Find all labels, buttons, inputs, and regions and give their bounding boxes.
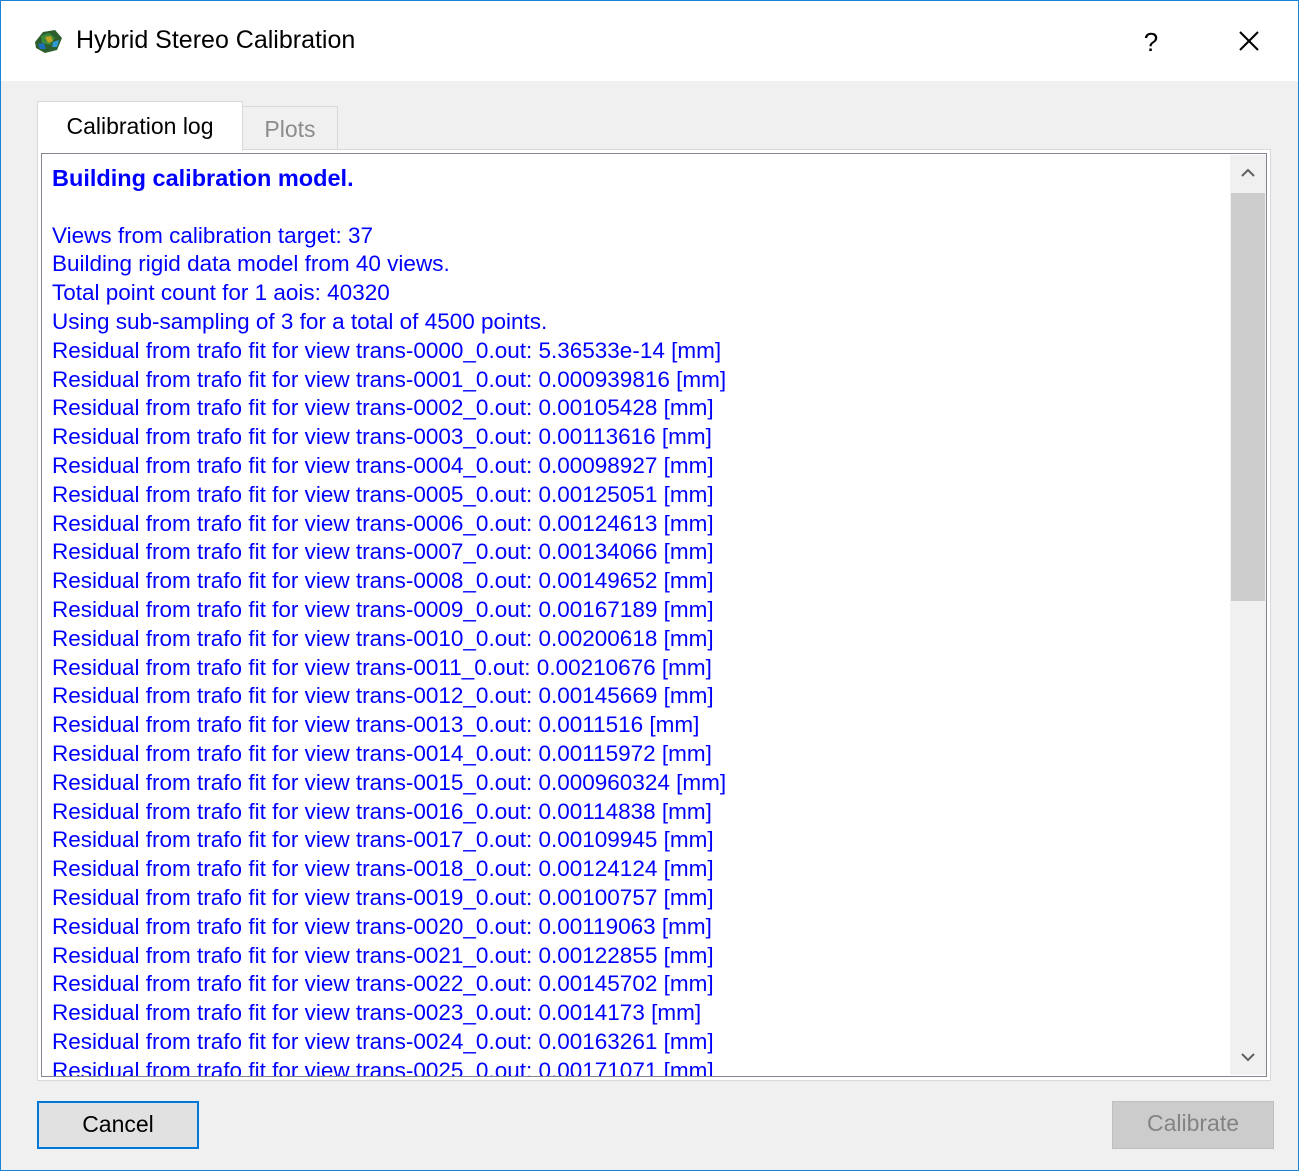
log-line: Residual from trafo fit for view trans-0… [52, 740, 712, 766]
log-line: Residual from trafo fit for view trans-0… [52, 913, 712, 939]
log-line: Residual from trafo fit for view trans-0… [52, 1028, 714, 1054]
calibration-log-textarea[interactable]: Building calibration model. Views from c… [41, 153, 1267, 1077]
log-line: Views from calibration target: 37 [52, 222, 373, 248]
log-line: Residual from trafo fit for view trans-0… [52, 884, 714, 910]
close-icon[interactable] [1219, 17, 1279, 67]
tab-pane: Building calibration model. Views from c… [37, 149, 1271, 1081]
log-line: Residual from trafo fit for view trans-0… [52, 769, 727, 795]
log-line: Residual from trafo fit for view trans-0… [52, 971, 714, 997]
log-line: Using sub-sampling of 3 for a total of 4… [52, 308, 548, 334]
cancel-button[interactable]: Cancel [37, 1101, 199, 1149]
log-line: Residual from trafo fit for view trans-0… [52, 337, 722, 363]
help-button[interactable]: ? [1121, 17, 1181, 67]
log-line: Residual from trafo fit for view trans-0… [52, 366, 727, 392]
log-line: Residual from trafo fit for view trans-0… [52, 510, 714, 536]
log-line: Residual from trafo fit for view trans-0… [52, 1000, 702, 1026]
log-line: Residual from trafo fit for view trans-0… [52, 424, 712, 450]
calibration-app-icon [35, 30, 62, 53]
log-line: Residual from trafo fit for view trans-0… [52, 712, 700, 738]
log-line: Residual from trafo fit for view trans-0… [52, 683, 714, 709]
log-line: Residual from trafo fit for view trans-0… [52, 539, 714, 565]
log-line: Building rigid data model from 40 views. [52, 251, 450, 277]
tab-calibration-log[interactable]: Calibration log [37, 101, 243, 151]
vertical-scrollbar[interactable] [1230, 155, 1266, 1075]
log-lines: Views from calibration target: 37 Buildin… [52, 222, 1222, 1077]
calibrate-button[interactable]: Calibrate [1112, 1101, 1274, 1149]
log-line: Residual from trafo fit for view trans-0… [52, 798, 712, 824]
log-line: Residual from trafo fit for view trans-0… [52, 625, 714, 651]
log-line: Residual from trafo fit for view trans-0… [52, 942, 714, 968]
log-line: Residual from trafo fit for view trans-0… [52, 452, 714, 478]
log-line: Residual from trafo fit for view trans-0… [52, 596, 714, 622]
log-spacer [52, 193, 1222, 222]
scrollbar-thumb[interactable] [1231, 193, 1265, 601]
log-heading: Building calibration model. [52, 165, 354, 191]
log-line: Residual from trafo fit for view trans-0… [52, 654, 712, 680]
window-title: Hybrid Stereo Calibration [76, 26, 356, 54]
log-content: Building calibration model. Views from c… [52, 164, 1222, 1077]
log-line: Total point count for 1 aois: 40320 [52, 280, 390, 306]
tab-plots[interactable]: Plots [242, 106, 338, 150]
log-line: Residual from trafo fit for view trans-0… [52, 481, 714, 507]
log-line: Residual from trafo fit for view trans-0… [52, 1057, 714, 1077]
log-line: Residual from trafo fit for view trans-0… [52, 827, 714, 853]
log-line: Residual from trafo fit for view trans-0… [52, 395, 714, 421]
chevron-up-icon[interactable] [1230, 155, 1266, 191]
chevron-down-icon[interactable] [1230, 1039, 1266, 1075]
log-line: Residual from trafo fit for view trans-0… [52, 568, 714, 594]
log-line: Residual from trafo fit for view trans-0… [52, 856, 714, 882]
title-bar[interactable]: Hybrid Stereo Calibration ? [1, 1, 1298, 81]
dialog-window: Hybrid Stereo Calibration ? Calibration … [0, 0, 1299, 1171]
